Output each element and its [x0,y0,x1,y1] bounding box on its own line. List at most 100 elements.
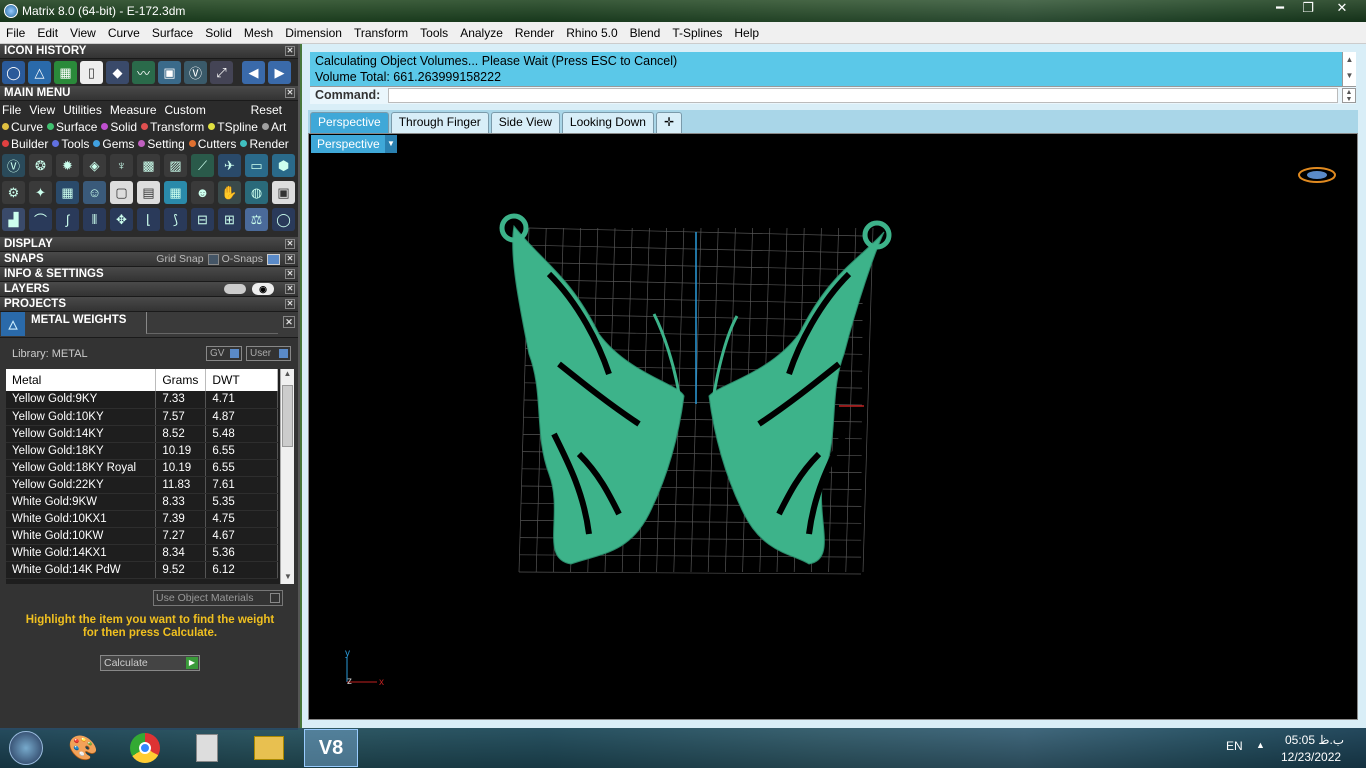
prong-tool-icon[interactable]: ♆ [110,154,133,177]
chip-tool-icon[interactable]: ▩ [137,154,160,177]
main-menu-measure[interactable]: Measure [110,103,157,117]
chrome-app-icon[interactable] [118,729,172,767]
menu-rhino[interactable]: Rhino 5.0 [560,26,623,40]
orbit-gizmo-icon[interactable] [1298,167,1336,183]
category-gems[interactable]: Gems [93,137,134,151]
eye-icon[interactable]: ◉ [252,283,274,295]
category-setting[interactable]: Setting [138,137,185,151]
user-toggle[interactable]: User [246,346,291,361]
o-snaps-toggle[interactable]: O-Snaps [222,252,263,267]
weight-tool-icon[interactable]: ⚖ [245,208,268,231]
snaps-header[interactable]: SNAPS Grid Snap O-Snaps ✕ [0,252,298,267]
file-explorer-icon[interactable] [242,729,296,767]
back-arrow-icon[interactable]: ◀ [242,61,265,84]
table-row[interactable]: Yellow Gold:10KY 7.57 4.87 [6,408,278,426]
close-icon[interactable]: ✕ [285,88,295,98]
grid-snap-indicator[interactable] [207,253,219,265]
v-logo-icon[interactable]: Ⓥ [184,61,207,84]
add-tab-button[interactable]: ✛ [655,112,682,133]
table-row[interactable]: Yellow Gold:22KY 11.83 7.61 [6,476,278,494]
blocks-tool-icon[interactable]: ▟ [2,208,25,231]
column-grams[interactable]: Grams [155,369,207,391]
matrix-app-icon[interactable]: V8 [304,729,358,767]
column-dwt[interactable]: DWT [205,369,278,391]
bracelet-tool-icon[interactable]: ▢ [110,181,133,204]
close-icon[interactable]: ✕ [283,316,295,328]
v-logo-icon[interactable]: Ⓥ [2,154,25,177]
category-cutters[interactable]: Cutters [188,137,236,151]
bust-tool-icon[interactable]: ☺ [83,181,106,204]
display-header[interactable]: DISPLAY ✕ [0,237,298,252]
close-button[interactable]: ✕ [1322,0,1362,18]
command-scrollbar[interactable]: ▲ ▼ [1342,52,1356,86]
split-tool-icon[interactable]: ⊟ [191,208,214,231]
gv-toggle[interactable]: GV [206,346,242,361]
table-row[interactable]: Yellow Gold:14KY 8.52 5.48 [6,425,278,443]
render-tool-icon[interactable]: ▣ [158,61,181,84]
mirror-tool-icon[interactable]: ⫴ [83,208,106,231]
tab-perspective[interactable]: Perspective [310,112,389,133]
close-icon[interactable]: ✕ [285,239,295,249]
menu-tools[interactable]: Tools [414,26,454,40]
sun-tool-icon[interactable]: ✹ [56,154,79,177]
clock-date[interactable]: 12/23/2022 [1281,750,1341,764]
menu-curve[interactable]: Curve [102,26,146,40]
layer-visibility-icon[interactable] [224,284,246,294]
grid-snap-toggle[interactable]: Grid Snap [156,252,203,267]
minimize-button[interactable]: ━ [1266,0,1294,18]
circle-tool-icon[interactable]: ◯ [2,61,25,84]
tray-arrow-icon[interactable]: ▲ [1256,740,1265,750]
category-solid[interactable]: Solid [101,120,137,134]
close-icon[interactable]: ✕ [285,254,295,264]
new-file-icon[interactable]: ▯ [80,61,103,84]
o-snaps-indicator[interactable] [267,253,280,265]
menu-file[interactable]: File [0,26,31,40]
scroll-down-icon[interactable]: ▼ [281,572,294,584]
arc-tool-icon[interactable]: ⌒ [29,208,52,231]
calculator-app-icon[interactable] [180,729,234,767]
category-builder[interactable]: Builder [2,137,48,151]
forward-arrow-icon[interactable]: ▶ [268,61,291,84]
menu-view[interactable]: View [64,26,102,40]
gem-drop-icon[interactable]: ◈ [83,154,106,177]
clock-time[interactable]: 05:05 ب.ظ [1285,733,1344,747]
category-curve[interactable]: Curve [2,120,43,134]
sweep-tool-icon[interactable]: ∫ [56,208,79,231]
paint-app-icon[interactable]: 🎨 [56,729,110,767]
globe-tool-icon[interactable]: ◍ [245,181,268,204]
menu-tsplines[interactable]: T-Splines [666,26,728,40]
command-input[interactable] [388,88,1338,103]
burst-tool-icon[interactable]: ⟆ [164,208,187,231]
column-metal[interactable]: Metal [6,369,157,391]
main-menu-view[interactable]: View [29,103,55,117]
cube-tool-icon[interactable]: ⬢ [272,154,295,177]
start-button[interactable] [4,729,48,767]
main-menu-header[interactable]: MAIN MENU ✕ [0,86,298,101]
main-menu-custom[interactable]: Custom [165,103,206,117]
bird-tool-icon[interactable]: ✈ [218,154,241,177]
menu-blend[interactable]: Blend [624,26,667,40]
icon-history-header[interactable]: ICON HISTORY ✕ [0,44,298,59]
close-icon[interactable]: ✕ [285,284,295,294]
circle-tool-icon[interactable]: ◯ [272,208,295,231]
menu-surface[interactable]: Surface [146,26,199,40]
menu-edit[interactable]: Edit [31,26,64,40]
category-tspline[interactable]: TSpline [208,120,258,134]
menu-mesh[interactable]: Mesh [238,26,279,40]
table-row[interactable]: White Gold:14K PdW 9.52 6.12 [6,561,278,579]
tab-side-view[interactable]: Side View [490,112,560,133]
calculate-button[interactable]: Calculate ▶ [100,655,200,671]
head-tool-icon[interactable]: ☻ [191,181,214,204]
move-tool-icon[interactable]: ✥ [110,208,133,231]
corner-tool-icon[interactable]: ⌊ [137,208,160,231]
cluster-tool-icon[interactable]: ▦ [56,181,79,204]
close-icon[interactable]: ✕ [285,46,295,56]
menu-help[interactable]: Help [728,26,765,40]
hand-tool-icon[interactable]: ✋ [218,181,241,204]
layers-header[interactable]: LAYERS ◉ ✕ [0,282,298,297]
pattern-tool-icon[interactable]: ▨ [164,154,187,177]
close-icon[interactable]: ✕ [285,269,295,279]
save-tool-icon[interactable]: ▣ [272,181,295,204]
reset-button[interactable]: Reset [251,103,282,117]
menu-transform[interactable]: Transform [348,26,414,40]
